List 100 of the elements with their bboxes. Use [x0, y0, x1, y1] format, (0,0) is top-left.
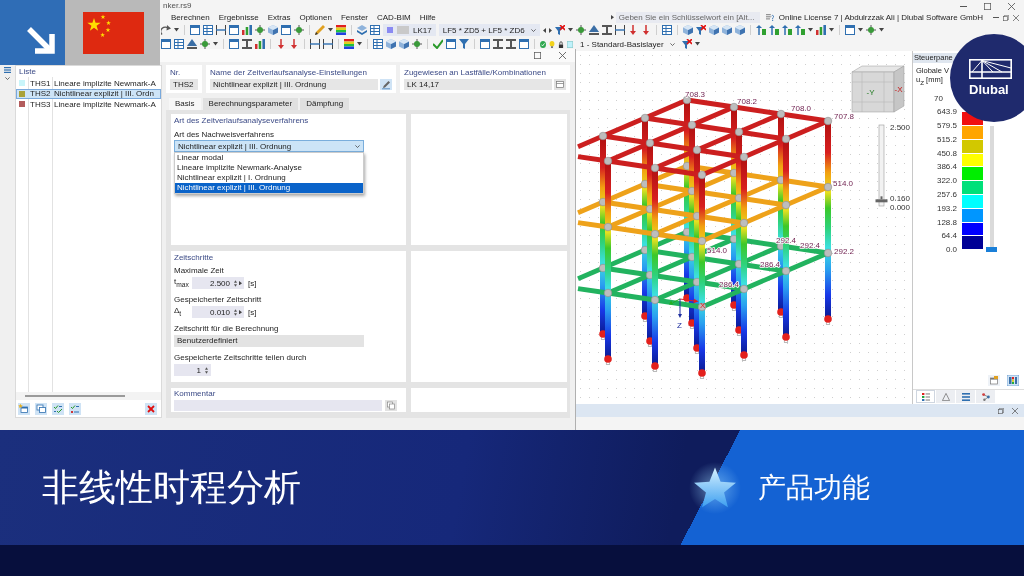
window-icon[interactable]: [844, 25, 855, 35]
window-icon[interactable]: [519, 39, 529, 49]
lock-icon[interactable]: [558, 40, 564, 48]
window-icon[interactable]: [229, 39, 239, 49]
restore-icon[interactable]: [998, 407, 1004, 414]
checkmark-icon[interactable]: [433, 39, 443, 49]
triangle-icon[interactable]: [941, 392, 950, 401]
color-scale-icon[interactable]: [336, 25, 346, 35]
window-icon[interactable]: [554, 79, 566, 90]
list-item[interactable]: THS1 Lineare implizite Newmark-A: [16, 78, 161, 89]
caret-icon[interactable]: [828, 28, 834, 32]
up-arrow-bar-icon[interactable]: [768, 25, 779, 35]
close-icon[interactable]: [1008, 2, 1015, 10]
triangle-on-bar-icon[interactable]: [588, 25, 599, 35]
panel-tab[interactable]: [916, 390, 935, 403]
spin-arrows-icon[interactable]: [205, 366, 208, 374]
layer-select[interactable]: 1 - Standard-Basislayer: [576, 38, 679, 50]
triangle-left-icon[interactable]: [542, 27, 546, 33]
panel-tab[interactable]: [956, 390, 975, 403]
cube-icon[interactable]: [268, 25, 278, 35]
menu-item[interactable]: Optionen: [299, 12, 332, 23]
window-icon[interactable]: [281, 25, 291, 35]
funnel-x-icon[interactable]: [554, 25, 565, 35]
redo-arrow-icon[interactable]: [161, 25, 171, 35]
range-slider[interactable]: [986, 125, 997, 252]
cube-icon[interactable]: [734, 25, 745, 35]
number-spinner[interactable]: 1: [174, 364, 211, 376]
spin-arrows-icon[interactable]: [234, 279, 237, 287]
table-icon[interactable]: [174, 39, 184, 49]
dropdown-option[interactable]: Linear modal: [175, 153, 363, 163]
dimension-icon[interactable]: [310, 39, 320, 49]
close-icon[interactable]: [559, 52, 566, 59]
crosshair-dot-icon[interactable]: [575, 25, 586, 35]
menu-item[interactable]: Ergebnisse: [218, 12, 259, 23]
dropdown-option[interactable]: Nichtlinear explizit | I. Ordnung: [175, 173, 363, 183]
color-scale-icon[interactable]: [344, 39, 354, 49]
spin-arrows-icon[interactable]: [234, 308, 237, 316]
triangle-right-icon[interactable]: [548, 27, 552, 33]
table-icon[interactable]: [661, 25, 672, 35]
comment-field[interactable]: [174, 400, 382, 411]
bar-chart-icon[interactable]: [255, 39, 265, 49]
list-item[interactable]: THS2 Nichtlinear explizit | III. Ordn: [16, 88, 161, 99]
cube-icon[interactable]: [682, 25, 693, 35]
menu-item[interactable]: Berechnen: [171, 12, 210, 23]
swatch-icon[interactable]: [567, 40, 573, 48]
crosshair-dot-icon[interactable]: [255, 25, 265, 35]
window-icon[interactable]: [446, 39, 456, 49]
close-icon[interactable]: [1012, 407, 1018, 414]
dimension-icon[interactable]: [323, 39, 333, 49]
up-arrow-bar-icon[interactable]: [794, 25, 805, 35]
tab[interactable]: Dämpfung: [300, 98, 350, 110]
method-select[interactable]: Nichtlinear explizit | III. Ordnung: [174, 140, 364, 152]
load-case-select[interactable]: LK17: [383, 24, 436, 36]
i-beam-icon[interactable]: [493, 39, 503, 49]
panel-tab[interactable]: [936, 390, 955, 403]
window-icon[interactable]: [988, 375, 1000, 386]
up-arrow-bar-icon[interactable]: [755, 25, 766, 35]
color-list-icon[interactable]: [921, 392, 930, 401]
menu-item[interactable]: Hilfe: [419, 12, 436, 23]
cube-icon[interactable]: [399, 39, 409, 49]
layers-icon[interactable]: [357, 25, 367, 35]
dropdown-option[interactable]: Nichtlinear explizit | III. Ordnung: [175, 183, 363, 193]
minimize-icon[interactable]: [960, 5, 967, 7]
triangle-right-icon[interactable]: [239, 280, 242, 286]
checkmarks-icon[interactable]: [52, 402, 64, 415]
caret-icon[interactable]: [174, 28, 179, 32]
crosshair-dot-icon[interactable]: [200, 39, 210, 49]
bulb-icon[interactable]: [549, 40, 555, 48]
window-icon[interactable]: [480, 39, 490, 49]
dropdown-option[interactable]: Lineare implizite Newmark-Analyse: [175, 163, 363, 173]
cube-icon[interactable]: [708, 25, 719, 35]
crosshair-dot-icon[interactable]: [412, 39, 422, 49]
select-field[interactable]: Benutzerdefiniert: [174, 335, 364, 347]
number-spinner[interactable]: 2.500: [192, 277, 244, 289]
triangle-right-icon[interactable]: [239, 309, 242, 315]
caret-icon[interactable]: [213, 42, 218, 46]
menu-item[interactable]: Extras: [267, 12, 291, 23]
check-circle-icon[interactable]: [540, 40, 546, 48]
network-icon[interactable]: [981, 392, 990, 401]
name-field[interactable]: Nichtlinear explizit | III. Ordnung: [210, 79, 378, 90]
pencil-icon[interactable]: [380, 79, 392, 90]
caret-icon[interactable]: [807, 28, 813, 32]
number-field[interactable]: THS2: [170, 79, 198, 90]
cube-icon[interactable]: [721, 25, 732, 35]
chevron-down-icon[interactable]: [669, 42, 675, 46]
triangle-on-bar-icon[interactable]: [187, 39, 197, 49]
caret-icon[interactable]: [694, 42, 700, 46]
window-icon[interactable]: [190, 25, 200, 35]
bar-chart-icon[interactable]: [815, 25, 826, 35]
maximize-icon[interactable]: [534, 52, 541, 59]
restore-icon[interactable]: [1003, 14, 1009, 21]
chevron-down-icon[interactable]: [530, 28, 536, 32]
up-arrow-bar-icon[interactable]: [781, 25, 792, 35]
chevron-down-icon[interactable]: [355, 144, 360, 148]
chevron-down-icon[interactable]: [5, 77, 10, 80]
list-icon[interactable]: [4, 67, 11, 73]
overlapping-windows-icon[interactable]: [35, 402, 47, 415]
pencil-icon[interactable]: [315, 25, 325, 35]
menu-item[interactable]: Fenster: [340, 12, 368, 23]
cube-icon[interactable]: [386, 39, 396, 49]
